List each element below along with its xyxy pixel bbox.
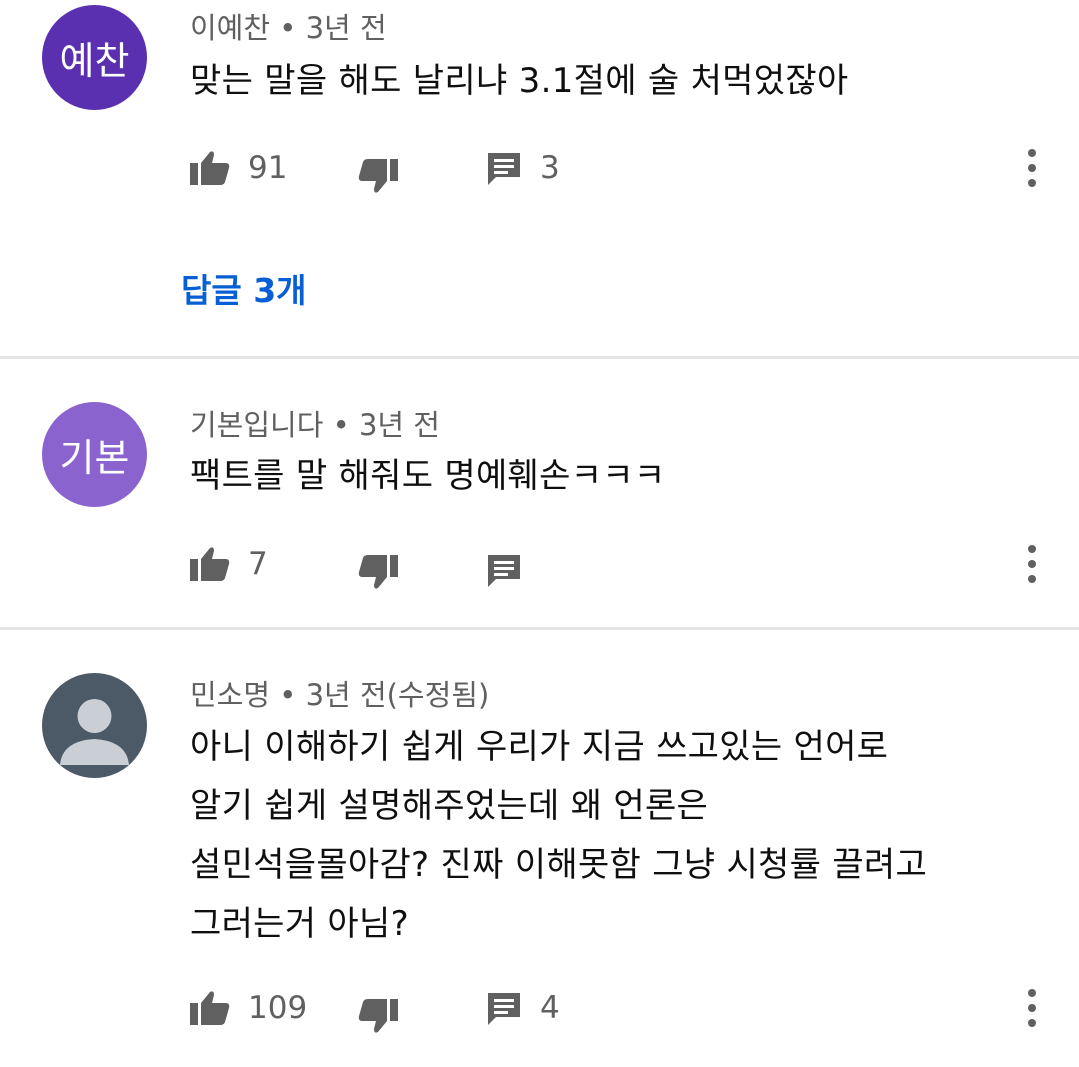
- separator-dot: •: [279, 678, 297, 712]
- more-vert-icon: [1028, 545, 1036, 583]
- avatar-initials: 예찬: [59, 39, 130, 83]
- reply-count: 4: [540, 990, 560, 1026]
- divider: [0, 356, 1079, 359]
- comment-line: 그러는거 아님?: [190, 904, 409, 944]
- default-user-icon: [60, 699, 129, 765]
- dislike-button[interactable]: [358, 991, 398, 1041]
- dislike-button[interactable]: [358, 151, 398, 201]
- author-name[interactable]: 민소명: [190, 678, 270, 712]
- like-count: 91: [248, 150, 288, 186]
- divider: [0, 627, 1079, 630]
- more-options-button[interactable]: [1016, 146, 1048, 190]
- comment-meta: 기본입니다 • 3년 전: [190, 402, 440, 444]
- separator-dot: •: [332, 408, 350, 442]
- comment-actions: 7: [0, 539, 1079, 589]
- more-options-button[interactable]: [1016, 542, 1048, 586]
- reply-button[interactable]: [486, 545, 522, 595]
- comment-time: 3년 전: [358, 408, 440, 442]
- like-button[interactable]: 109: [190, 983, 307, 1033]
- more-vert-icon: [1028, 149, 1036, 187]
- like-button[interactable]: 91: [190, 143, 287, 193]
- comment-text: 맞는 말을 해도 날리냐 3.1절에 술 처먹었잖아: [190, 52, 1040, 111]
- like-button[interactable]: 7: [190, 539, 268, 589]
- comment-time: 3년 전: [305, 11, 387, 45]
- thumb-down-icon: [358, 999, 398, 1033]
- thumb-up-icon: [190, 151, 230, 185]
- comment-line: 설민석을몰아감? 진짜 이해못함 그냥 시청률 끌려고: [190, 845, 928, 885]
- like-count: 109: [248, 990, 308, 1026]
- comment-meta: 민소명 • 3년 전(수정됨): [190, 672, 489, 714]
- avatar[interactable]: [42, 673, 147, 778]
- thumb-down-icon: [358, 159, 398, 193]
- thumb-up-icon: [190, 991, 230, 1025]
- avatar[interactable]: 예찬: [42, 5, 147, 110]
- thumb-up-icon: [190, 547, 230, 581]
- comment-meta: 이예찬 • 3년 전: [190, 5, 387, 47]
- more-options-button[interactable]: [1016, 986, 1048, 1030]
- avatar[interactable]: 기본: [42, 402, 147, 507]
- comment-line: 아니 이해하기 쉽게 우리가 지금 쓰고있는 언어로: [190, 727, 889, 767]
- comment-text: 아니 이해하기 쉽게 우리가 지금 쓰고있는 언어로 알기 쉽게 설명해주었는데…: [190, 718, 1040, 954]
- reply-button[interactable]: 4: [486, 983, 560, 1033]
- thumb-down-icon: [358, 555, 398, 589]
- comment-line: 맞는 말을 해도 날리냐 3.1절에 술 처먹었잖아: [190, 61, 849, 101]
- separator-dot: •: [279, 11, 297, 45]
- comment-time: 3년 전(수정됨): [305, 678, 490, 712]
- author-name[interactable]: 기본입니다: [190, 408, 323, 442]
- comment-line: 알기 쉽게 설명해주었는데 왜 언론은: [190, 786, 709, 826]
- comment-icon: [488, 153, 520, 185]
- more-vert-icon: [1028, 989, 1036, 1027]
- view-replies-link[interactable]: 답글 3개: [181, 264, 307, 312]
- like-count: 7: [248, 546, 268, 582]
- comment-icon: [488, 555, 520, 587]
- comment-text: 팩트를 말 해줘도 명예훼손ㅋㅋㅋ: [190, 447, 1040, 506]
- reply-count: 3: [540, 150, 560, 186]
- comment-line: 팩트를 말 해줘도 명예훼손ㅋㅋㅋ: [190, 456, 666, 496]
- author-name[interactable]: 이예찬: [190, 11, 270, 45]
- avatar-initials: 기본: [59, 436, 130, 480]
- comment-actions: 91 3: [0, 143, 1079, 193]
- reply-button[interactable]: 3: [486, 143, 560, 193]
- comment-actions: 109 4: [0, 983, 1079, 1033]
- comment-icon: [488, 993, 520, 1025]
- dislike-button[interactable]: [358, 547, 398, 597]
